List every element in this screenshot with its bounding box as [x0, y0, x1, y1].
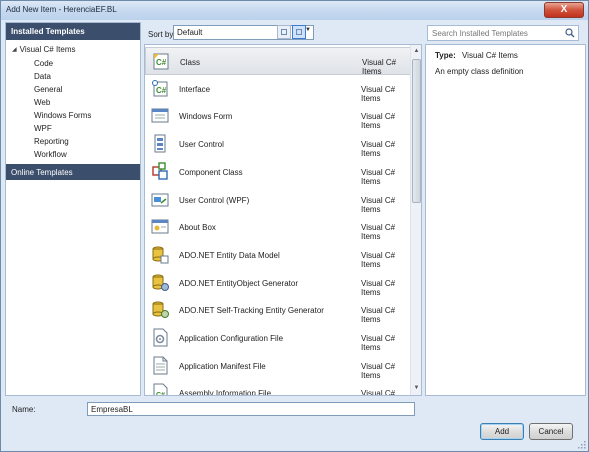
template-row[interactable]: ADO.NET Self-Tracking Entity Generator Vi…: [145, 296, 411, 324]
template-name: ADO.NET Entity Data Model: [179, 250, 280, 260]
category-item[interactable]: Workflow: [34, 150, 67, 159]
manifest-file-icon: [151, 356, 169, 375]
grid-view-icon: [281, 29, 287, 35]
template-category: Visual C# Items: [361, 389, 396, 396]
template-row[interactable]: Application Manifest File Visual C# Items: [145, 352, 411, 380]
template-category: Visual C# Items: [361, 112, 396, 131]
template-name: User Control: [179, 140, 224, 150]
interface-icon: C#: [151, 79, 169, 98]
component-class-icon: [151, 162, 169, 181]
category-item[interactable]: General: [34, 85, 62, 94]
template-category: Visual C# Items: [361, 361, 396, 380]
category-item[interactable]: Code: [34, 59, 53, 68]
category-item[interactable]: WPF: [34, 124, 52, 133]
template-row[interactable]: Application Configuration File Visual C# …: [145, 324, 411, 352]
template-name: Component Class: [179, 167, 243, 177]
list-toolbar: Sort by: Default ▼: [144, 22, 422, 44]
template-name: Class: [180, 58, 201, 67]
list-view-button[interactable]: [292, 25, 306, 39]
template-list: C# Class Visual C# Items C# Interface Visual …: [144, 44, 422, 396]
template-category: Visual C# Items: [361, 334, 396, 352]
template-category: Visual C# Items: [361, 167, 396, 186]
template-category: Visual C# Items: [361, 250, 396, 269]
resize-grip-icon[interactable]: [577, 440, 586, 449]
name-label: Name:: [12, 405, 36, 414]
add-new-item-dialog: Add New Item - HerenciaEF.BL X Installed…: [0, 0, 589, 452]
name-row: Name: EmpresaBL: [1, 399, 588, 419]
template-row[interactable]: C# Class Visual C# Items: [145, 47, 411, 76]
category-item[interactable]: Data: [34, 72, 51, 81]
template-row[interactable]: User Control Visual C# Items: [145, 130, 411, 158]
template-row[interactable]: ADO.NET Entity Data Model Visual C# Items: [145, 241, 411, 269]
user-control-icon: [151, 134, 169, 153]
template-name: Application Manifest File: [179, 361, 266, 371]
config-file-icon: [151, 328, 169, 347]
scroll-up-icon[interactable]: ▲: [412, 47, 421, 56]
template-name: Windows Form: [179, 112, 233, 122]
category-item[interactable]: Windows Forms: [34, 111, 91, 120]
wpf-user-control-icon: [151, 190, 169, 209]
scroll-thumb[interactable]: [412, 59, 421, 203]
template-category: Visual C# Items: [361, 278, 396, 297]
window-title: Add New Item - HerenciaEF.BL: [6, 5, 117, 14]
self-tracking-generator-icon: [151, 300, 169, 319]
class-icon: C#: [152, 52, 170, 71]
cancel-button[interactable]: Cancel: [529, 423, 573, 440]
sort-by-label: Sort by:: [148, 30, 176, 39]
template-description-pane: Type: Visual C# Items An empty class def…: [425, 44, 586, 396]
type-value: Visual C# Items: [461, 51, 518, 60]
svg-text:C#: C#: [156, 86, 167, 95]
small-icons-view-button[interactable]: [277, 25, 291, 39]
template-row[interactable]: About Box Visual C# Items: [145, 213, 411, 241]
category-item[interactable]: Reporting: [34, 137, 69, 146]
sort-by-value: Default: [177, 28, 203, 37]
template-name: User Control (WPF): [179, 195, 250, 205]
windows-form-icon: [151, 106, 169, 125]
template-name: Application Configuration File: [179, 334, 284, 343]
template-row[interactable]: C# Interface Visual C# Items: [145, 75, 411, 103]
template-name: ADO.NET EntityObject Generator: [179, 278, 299, 288]
template-category: Visual C# Items: [361, 223, 396, 242]
template-row[interactable]: Component Class Visual C# Items: [145, 158, 411, 186]
entity-data-model-icon: [151, 245, 169, 264]
category-item[interactable]: Web: [34, 98, 50, 107]
template-category: Visual C# Items: [362, 58, 397, 76]
template-category: Visual C# Items: [361, 140, 396, 159]
add-button[interactable]: Add: [480, 423, 524, 440]
template-description: An empty class definition: [435, 67, 524, 76]
tree-node-visual-csharp-items[interactable]: ◢ Visual C# Items: [12, 45, 76, 54]
template-row[interactable]: ADO.NET EntityObject Generator Visual C# …: [145, 269, 411, 297]
online-templates-header[interactable]: Online Templates: [6, 164, 140, 180]
entityobject-generator-icon: [151, 273, 169, 292]
assembly-info-icon: C#: [151, 383, 169, 396]
search-placeholder: Search Installed Templates: [432, 29, 528, 38]
search-installed-templates-input[interactable]: Search Installed Templates: [427, 25, 579, 41]
template-row[interactable]: Windows Form Visual C# Items: [145, 102, 411, 130]
collapse-arrow-icon[interactable]: ◢: [12, 46, 17, 53]
template-categories-pane: Installed Templates ◢ Visual C# Items Co…: [5, 22, 141, 396]
type-label: Type:: [435, 51, 456, 60]
list-view-icon: [296, 29, 302, 35]
scroll-down-icon[interactable]: ▼: [412, 384, 421, 393]
template-name: ADO.NET Self-Tracking Entity Generator: [179, 306, 324, 316]
name-field[interactable]: EmpresaBL: [87, 402, 415, 416]
title-bar[interactable]: Add New Item - HerenciaEF.BL X: [1, 1, 588, 20]
installed-templates-header[interactable]: Installed Templates: [6, 23, 140, 40]
vertical-scrollbar[interactable]: ▲ ▼: [410, 45, 421, 395]
svg-text:C#: C#: [156, 392, 165, 396]
template-name: Assembly Information File: [179, 389, 272, 396]
search-icon[interactable]: [565, 28, 575, 38]
template-category: Visual C# Items: [361, 84, 396, 103]
template-category: Visual C# Items: [361, 195, 396, 214]
tree-node-label: Visual C# Items: [19, 45, 76, 54]
about-box-icon: [151, 217, 169, 236]
template-name: Interface: [179, 84, 211, 94]
window-close-button[interactable]: X: [544, 2, 584, 18]
template-name: About Box: [179, 223, 216, 233]
type-info: Type: Visual C# Items: [435, 51, 518, 60]
template-row[interactable]: C# Assembly Information File Visual C# Ite…: [145, 379, 411, 396]
svg-text:C#: C#: [156, 58, 167, 67]
template-category: Visual C# Items: [361, 306, 396, 325]
template-row[interactable]: User Control (WPF) Visual C# Items: [145, 186, 411, 214]
